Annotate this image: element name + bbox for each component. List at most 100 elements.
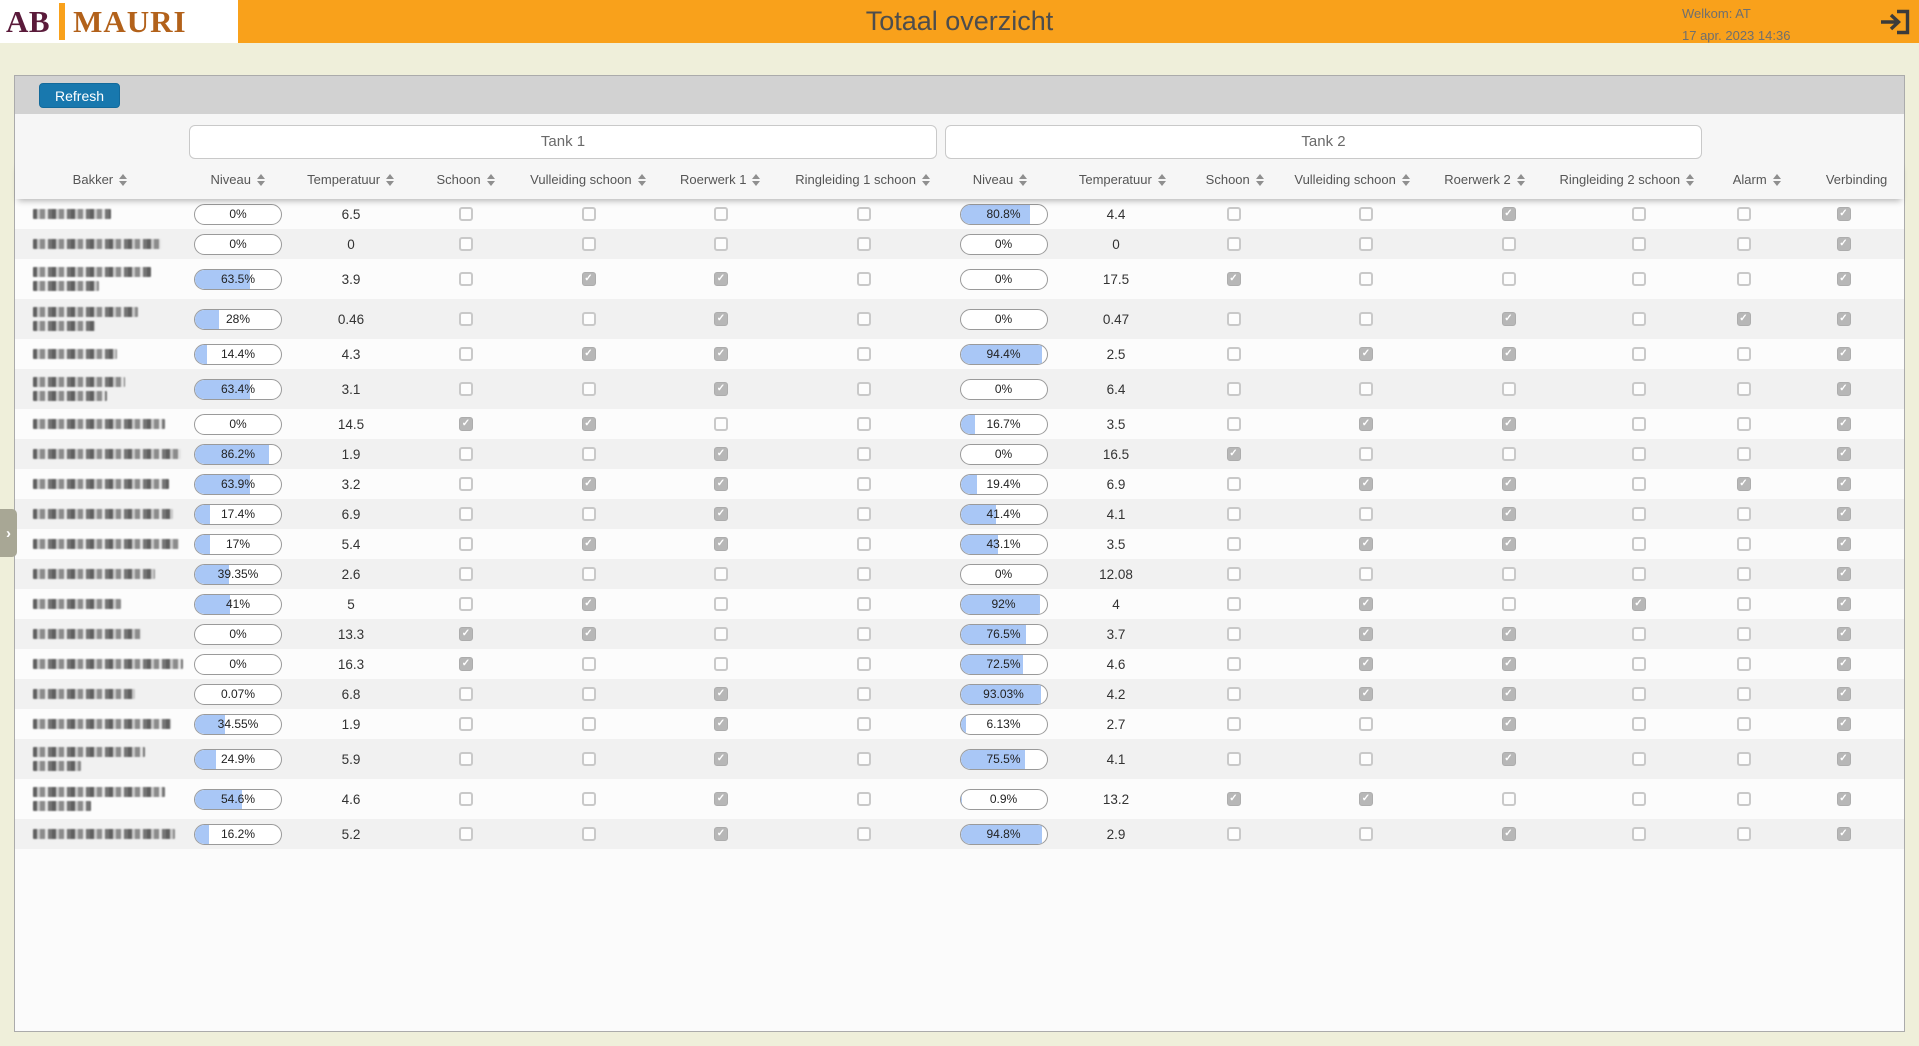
verbinding-checkbox[interactable]: ✓ [1837, 507, 1851, 521]
verbinding-checkbox[interactable]: ✓ [1837, 627, 1851, 641]
t2-ringleiding-checkbox[interactable] [1632, 477, 1646, 491]
t1-ringleiding-checkbox[interactable] [857, 382, 871, 396]
column-header-t1-ringleiding[interactable]: Ringleiding 1 schoon [785, 160, 940, 199]
t2-vulleiding-checkbox[interactable] [1359, 752, 1373, 766]
column-header-t1-roerwerk[interactable]: Roerwerk 1 [655, 160, 785, 199]
column-header-t1-schoon[interactable]: Schoon [411, 160, 521, 199]
alarm-checkbox[interactable] [1737, 752, 1751, 766]
t2-ringleiding-checkbox[interactable] [1632, 627, 1646, 641]
t2-ringleiding-checkbox[interactable] [1632, 687, 1646, 701]
t2-schoon-checkbox[interactable]: ✓ [1227, 272, 1241, 286]
t2-roerwerk-checkbox[interactable]: ✓ [1502, 312, 1516, 326]
t2-vulleiding-checkbox[interactable]: ✓ [1359, 687, 1373, 701]
alarm-checkbox[interactable] [1737, 627, 1751, 641]
t1-vulleiding-checkbox[interactable] [582, 447, 596, 461]
t1-roerwerk-checkbox[interactable] [714, 627, 728, 641]
t2-roerwerk-checkbox[interactable]: ✓ [1502, 687, 1516, 701]
verbinding-checkbox[interactable]: ✓ [1837, 792, 1851, 806]
column-header-t2-schoon[interactable]: Schoon [1185, 160, 1285, 199]
t1-ringleiding-checkbox[interactable] [857, 417, 871, 431]
t2-ringleiding-checkbox[interactable] [1632, 312, 1646, 326]
t1-ringleiding-checkbox[interactable] [857, 537, 871, 551]
t2-roerwerk-checkbox[interactable] [1502, 382, 1516, 396]
t2-roerwerk-checkbox[interactable] [1502, 237, 1516, 251]
t1-roerwerk-checkbox[interactable] [714, 657, 728, 671]
t2-ringleiding-checkbox[interactable] [1632, 207, 1646, 221]
sort-arrows-icon[interactable] [1402, 174, 1410, 186]
column-header-t1-vulleiding[interactable]: Vulleiding schoon [520, 160, 655, 199]
alarm-checkbox[interactable] [1737, 347, 1751, 361]
t2-ringleiding-checkbox[interactable] [1632, 827, 1646, 841]
column-header-t2-roerwerk[interactable]: Roerwerk 2 [1420, 160, 1550, 199]
t1-roerwerk-checkbox[interactable]: ✓ [714, 477, 728, 491]
t1-vulleiding-checkbox[interactable] [582, 687, 596, 701]
t1-vulleiding-checkbox[interactable]: ✓ [582, 347, 596, 361]
t1-roerwerk-checkbox[interactable]: ✓ [714, 792, 728, 806]
t1-vulleiding-checkbox[interactable] [582, 827, 596, 841]
alarm-checkbox[interactable] [1737, 597, 1751, 611]
column-header-t2-temperatuur[interactable]: Temperatuur [1060, 160, 1185, 199]
t2-schoon-checkbox[interactable] [1227, 237, 1241, 251]
t2-ringleiding-checkbox[interactable] [1632, 347, 1646, 361]
t1-vulleiding-checkbox[interactable]: ✓ [582, 597, 596, 611]
alarm-checkbox[interactable]: ✓ [1737, 477, 1751, 491]
t2-roerwerk-checkbox[interactable]: ✓ [1502, 627, 1516, 641]
t2-roerwerk-checkbox[interactable]: ✓ [1502, 657, 1516, 671]
t2-ringleiding-checkbox[interactable] [1632, 792, 1646, 806]
t1-roerwerk-checkbox[interactable] [714, 567, 728, 581]
alarm-checkbox[interactable] [1737, 717, 1751, 731]
t1-ringleiding-checkbox[interactable] [857, 507, 871, 521]
sort-arrows-icon[interactable] [1517, 174, 1525, 186]
t1-roerwerk-checkbox[interactable]: ✓ [714, 717, 728, 731]
t2-vulleiding-checkbox[interactable] [1359, 827, 1373, 841]
t1-ringleiding-checkbox[interactable] [857, 827, 871, 841]
column-header-bakker[interactable]: Bakker [15, 160, 185, 199]
verbinding-checkbox[interactable]: ✓ [1837, 752, 1851, 766]
t1-vulleiding-checkbox[interactable]: ✓ [582, 477, 596, 491]
t1-ringleiding-checkbox[interactable] [857, 237, 871, 251]
sort-arrows-icon[interactable] [119, 174, 127, 186]
t2-roerwerk-checkbox[interactable] [1502, 792, 1516, 806]
column-header-t2-niveau[interactable]: Niveau [940, 160, 1060, 199]
t2-roerwerk-checkbox[interactable] [1502, 447, 1516, 461]
t2-vulleiding-checkbox[interactable]: ✓ [1359, 477, 1373, 491]
alarm-checkbox[interactable] [1737, 382, 1751, 396]
t2-roerwerk-checkbox[interactable]: ✓ [1502, 347, 1516, 361]
sort-arrows-icon[interactable] [487, 174, 495, 186]
t1-schoon-checkbox[interactable] [459, 717, 473, 731]
t2-roerwerk-checkbox[interactable] [1502, 567, 1516, 581]
t1-vulleiding-checkbox[interactable]: ✓ [582, 627, 596, 641]
verbinding-checkbox[interactable]: ✓ [1837, 382, 1851, 396]
alarm-checkbox[interactable] [1737, 207, 1751, 221]
t1-roerwerk-checkbox[interactable] [714, 597, 728, 611]
t1-roerwerk-checkbox[interactable]: ✓ [714, 537, 728, 551]
verbinding-checkbox[interactable]: ✓ [1837, 207, 1851, 221]
t1-roerwerk-checkbox[interactable] [714, 417, 728, 431]
t2-vulleiding-checkbox[interactable] [1359, 237, 1373, 251]
t1-ringleiding-checkbox[interactable] [857, 272, 871, 286]
t1-ringleiding-checkbox[interactable] [857, 347, 871, 361]
verbinding-checkbox[interactable]: ✓ [1837, 717, 1851, 731]
t1-schoon-checkbox[interactable]: ✓ [459, 657, 473, 671]
sort-arrows-icon[interactable] [638, 174, 646, 186]
t2-vulleiding-checkbox[interactable] [1359, 567, 1373, 581]
t1-vulleiding-checkbox[interactable] [582, 507, 596, 521]
t1-schoon-checkbox[interactable] [459, 477, 473, 491]
t1-ringleiding-checkbox[interactable] [857, 627, 871, 641]
t2-schoon-checkbox[interactable] [1227, 717, 1241, 731]
verbinding-checkbox[interactable]: ✓ [1837, 417, 1851, 431]
t1-schoon-checkbox[interactable] [459, 597, 473, 611]
t2-ringleiding-checkbox[interactable] [1632, 447, 1646, 461]
t2-vulleiding-checkbox[interactable] [1359, 272, 1373, 286]
alarm-checkbox[interactable] [1737, 567, 1751, 581]
t2-schoon-checkbox[interactable] [1227, 567, 1241, 581]
t2-ringleiding-checkbox[interactable]: ✓ [1632, 597, 1646, 611]
t2-roerwerk-checkbox[interactable]: ✓ [1502, 477, 1516, 491]
sort-arrows-icon[interactable] [1158, 174, 1166, 186]
t1-roerwerk-checkbox[interactable] [714, 207, 728, 221]
refresh-button[interactable]: Refresh [39, 83, 120, 108]
t1-roerwerk-checkbox[interactable]: ✓ [714, 382, 728, 396]
t2-schoon-checkbox[interactable]: ✓ [1227, 447, 1241, 461]
t2-schoon-checkbox[interactable] [1227, 347, 1241, 361]
t2-schoon-checkbox[interactable] [1227, 382, 1241, 396]
